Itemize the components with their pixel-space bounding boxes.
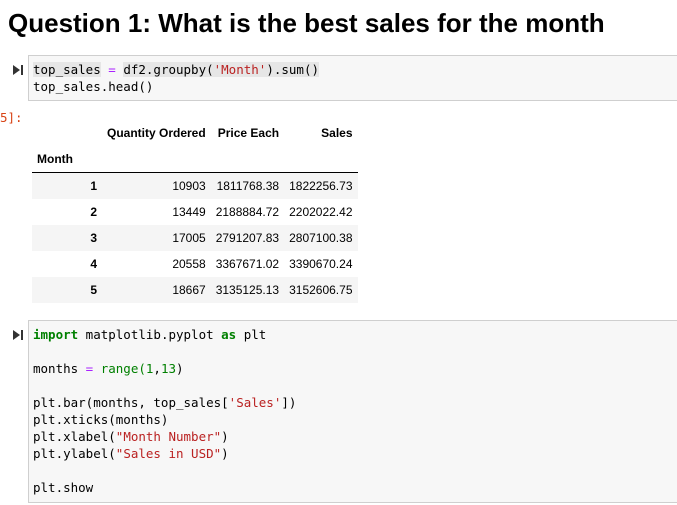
code-token: plt.bar(months, top_sales[ [33, 395, 229, 410]
code-token: "Month Number" [115, 429, 222, 444]
row-index: 1 [90, 179, 97, 193]
table-row: 1 10903 1811768.38 1822256.73 [32, 172, 358, 199]
code-token: plt [236, 327, 267, 342]
code-token: ) [221, 429, 229, 444]
cell-sales: 3152606.75 [289, 283, 353, 297]
cell-quantity: 17005 [172, 231, 206, 245]
cell-price: 3135125.13 [215, 283, 280, 297]
code-token: as [221, 327, 237, 342]
code-token: = [78, 361, 101, 376]
table-row: 3 17005 2791207.83 2807100.38 [32, 225, 358, 251]
code-token: ) [176, 361, 184, 376]
code-token: top_sales [33, 62, 101, 77]
run-cell-icon[interactable] [12, 64, 24, 76]
code-token: months [33, 361, 79, 376]
code-token: plt.ylabel( [33, 446, 116, 461]
cell-quantity: 13449 [172, 205, 206, 219]
code-token: df2.groupby( [123, 62, 214, 77]
code-token: top_sales.head() [33, 79, 154, 94]
table-row: 4 20558 3367671.02 3390670.24 [32, 251, 358, 277]
code-token: plt.xticks(months) [33, 412, 169, 427]
cell-quantity: 10903 [172, 179, 206, 193]
cell-price: 2791207.83 [215, 231, 280, 245]
cell-sales: 2807100.38 [289, 231, 353, 245]
index-header-blank [32, 120, 102, 146]
code-token: = [100, 62, 124, 77]
code-token: matplotlib.pyplot [78, 327, 222, 342]
index-name: Month [37, 152, 73, 166]
cell-price: 2188884.72 [215, 205, 280, 219]
table-row: 2 13449 2188884.72 2202022.42 [32, 199, 358, 225]
row-index: 4 [90, 257, 97, 271]
cell-sales: 3390670.24 [289, 257, 353, 271]
column-header: Quantity Ordered [107, 126, 206, 140]
code-cell-2-source: import matplotlib.pyplot as plt months =… [33, 326, 296, 496]
code-token: plt.xlabel( [33, 429, 116, 444]
cell-price: 3367671.02 [215, 257, 280, 271]
code-token: 'Month' [213, 62, 267, 77]
table-row: 5 18667 3135125.13 3152606.75 [32, 277, 358, 303]
row-index: 5 [90, 283, 97, 297]
code-token: plt.show [33, 480, 94, 495]
code-token: , [153, 361, 161, 376]
table-index-row: Month [32, 146, 358, 173]
cell-quantity: 18667 [172, 283, 206, 297]
code-token: 13 [160, 361, 177, 376]
run-cell-icon[interactable] [12, 329, 24, 341]
cell-quantity: 20558 [172, 257, 206, 271]
column-header: Price Each [217, 126, 280, 140]
code-token: 'Sales' [228, 395, 282, 410]
code-token: ).sum() [266, 62, 319, 77]
code-token: import [33, 327, 79, 342]
output-prompt: 5]: [0, 110, 23, 125]
column-header: Sales [321, 126, 353, 140]
code-token: range( [100, 361, 146, 376]
index-spacer [102, 146, 211, 173]
index-spacer [211, 146, 284, 173]
cell-sales: 1822256.73 [289, 179, 353, 193]
notebook-heading: Question 1: What is the best sales for t… [8, 8, 605, 38]
code-token: ) [221, 446, 229, 461]
code-cell-1-source: top_sales = df2.groupby('Month').sum() t… [33, 61, 319, 95]
row-index: 3 [90, 231, 97, 245]
table-header-row: Quantity Ordered Price Each Sales [32, 120, 358, 146]
cell-price: 1811768.38 [216, 179, 280, 193]
dataframe-output: Quantity Ordered Price Each Sales Month … [32, 120, 358, 303]
row-index: 2 [90, 205, 97, 219]
code-token: "Sales in USD" [115, 446, 222, 461]
cell-sales: 2202022.42 [289, 205, 353, 219]
index-spacer [284, 146, 357, 173]
code-token: ]) [281, 395, 297, 410]
